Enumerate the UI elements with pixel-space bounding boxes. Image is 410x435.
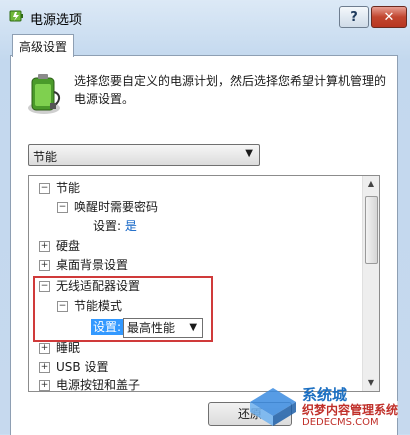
- chevron-down-icon: ▼: [189, 321, 198, 333]
- intro-text: 选择您要自定义的电源计划，然后选择您希望计算机管理的电源设置。: [74, 74, 387, 106]
- power-plan-dropdown[interactable]: 节能 ▼: [28, 144, 260, 166]
- tree-item-power-saver[interactable]: − 节能: [39, 179, 80, 197]
- tree-item-power-saving-mode[interactable]: − 节能模式: [57, 297, 122, 315]
- tree-item-label: 电源按钮和盖子: [56, 378, 141, 392]
- tree-item-usb-settings[interactable]: + USB 设置: [39, 358, 108, 376]
- close-icon: ✕: [383, 9, 395, 25]
- window-title: 电源选项: [30, 13, 83, 28]
- watermark-text: 织梦内容管理系统: [302, 401, 399, 418]
- tree-item-wake-password[interactable]: − 唤醒时需要密码: [57, 198, 158, 216]
- setting-label-selected: 设置:: [91, 319, 124, 335]
- tree-item-label: 桌面背景设置: [56, 258, 129, 272]
- expand-icon[interactable]: +: [39, 343, 50, 354]
- dropdown-value: 最高性能: [127, 320, 176, 335]
- tree-item-label: 睡眠: [56, 341, 81, 355]
- power-plan-value: 节能: [33, 150, 58, 164]
- tree-item-power-saving-setting[interactable]: 设置: 最高性能 ▼: [91, 316, 204, 338]
- tree-item-sleep[interactable]: + 睡眠: [39, 339, 80, 357]
- settings-tree[interactable]: − 节能 − 唤醒时需要密码 设置: 是 + 硬盘 + 桌面背景设置 − 无线适配器设置 …: [28, 175, 380, 392]
- watermark-text: DEDECMS.COM: [302, 417, 379, 428]
- expand-icon[interactable]: +: [39, 380, 50, 391]
- collapse-icon[interactable]: −: [39, 281, 50, 292]
- vertical-scrollbar[interactable]: ▲ ▼: [362, 176, 379, 391]
- tree-item-label: 硬盘: [56, 239, 81, 253]
- tree-item-label: 节能: [56, 181, 81, 195]
- tree-item-wireless-adapter[interactable]: − 无线适配器设置: [39, 277, 140, 295]
- help-button[interactable]: ?: [339, 6, 369, 28]
- tab-advanced-settings[interactable]: 高级设置: [12, 34, 74, 57]
- watermark-logo-icon: [250, 388, 296, 426]
- power-saving-mode-dropdown[interactable]: 最高性能 ▼: [123, 317, 204, 338]
- close-button[interactable]: ✕: [371, 6, 407, 28]
- tree-item-power-buttons[interactable]: + 电源按钮和盖子: [39, 376, 141, 392]
- scroll-down-icon[interactable]: ▼: [363, 375, 379, 391]
- tree-item-hard-disk[interactable]: + 硬盘: [39, 237, 80, 255]
- expand-icon[interactable]: +: [39, 362, 50, 373]
- help-icon: ?: [350, 9, 358, 25]
- power-options-icon: [9, 10, 23, 22]
- power-options-window: 电源选项 ? ✕ 高级设置 选择您要自定义的电源计划，然后选择您希望计算机管理的…: [0, 0, 410, 435]
- scrollbar-thumb[interactable]: [365, 196, 378, 264]
- tree-item-label: USB 设置: [56, 360, 109, 374]
- setting-value-link[interactable]: 是: [125, 219, 137, 233]
- expand-icon[interactable]: +: [39, 260, 50, 271]
- tab-label: 高级设置: [18, 39, 67, 54]
- tree-item-desktop-background[interactable]: + 桌面背景设置: [39, 256, 128, 274]
- title-bar: 电源选项 ? ✕: [0, 0, 410, 34]
- tree-item-label: 节能模式: [74, 299, 123, 313]
- tree-item-wake-password-setting[interactable]: 设置: 是: [93, 217, 137, 235]
- scroll-up-icon[interactable]: ▲: [363, 176, 379, 192]
- chevron-down-icon: ▼: [245, 148, 253, 159]
- setting-label: 设置:: [93, 219, 122, 233]
- tree-item-label: 唤醒时需要密码: [74, 200, 159, 214]
- battery-icon: [28, 74, 60, 114]
- expand-icon[interactable]: +: [39, 241, 50, 252]
- collapse-icon[interactable]: −: [57, 202, 68, 213]
- collapse-icon[interactable]: −: [39, 183, 50, 194]
- collapse-icon[interactable]: −: [57, 301, 68, 312]
- tree-item-label: 无线适配器设置: [56, 279, 141, 293]
